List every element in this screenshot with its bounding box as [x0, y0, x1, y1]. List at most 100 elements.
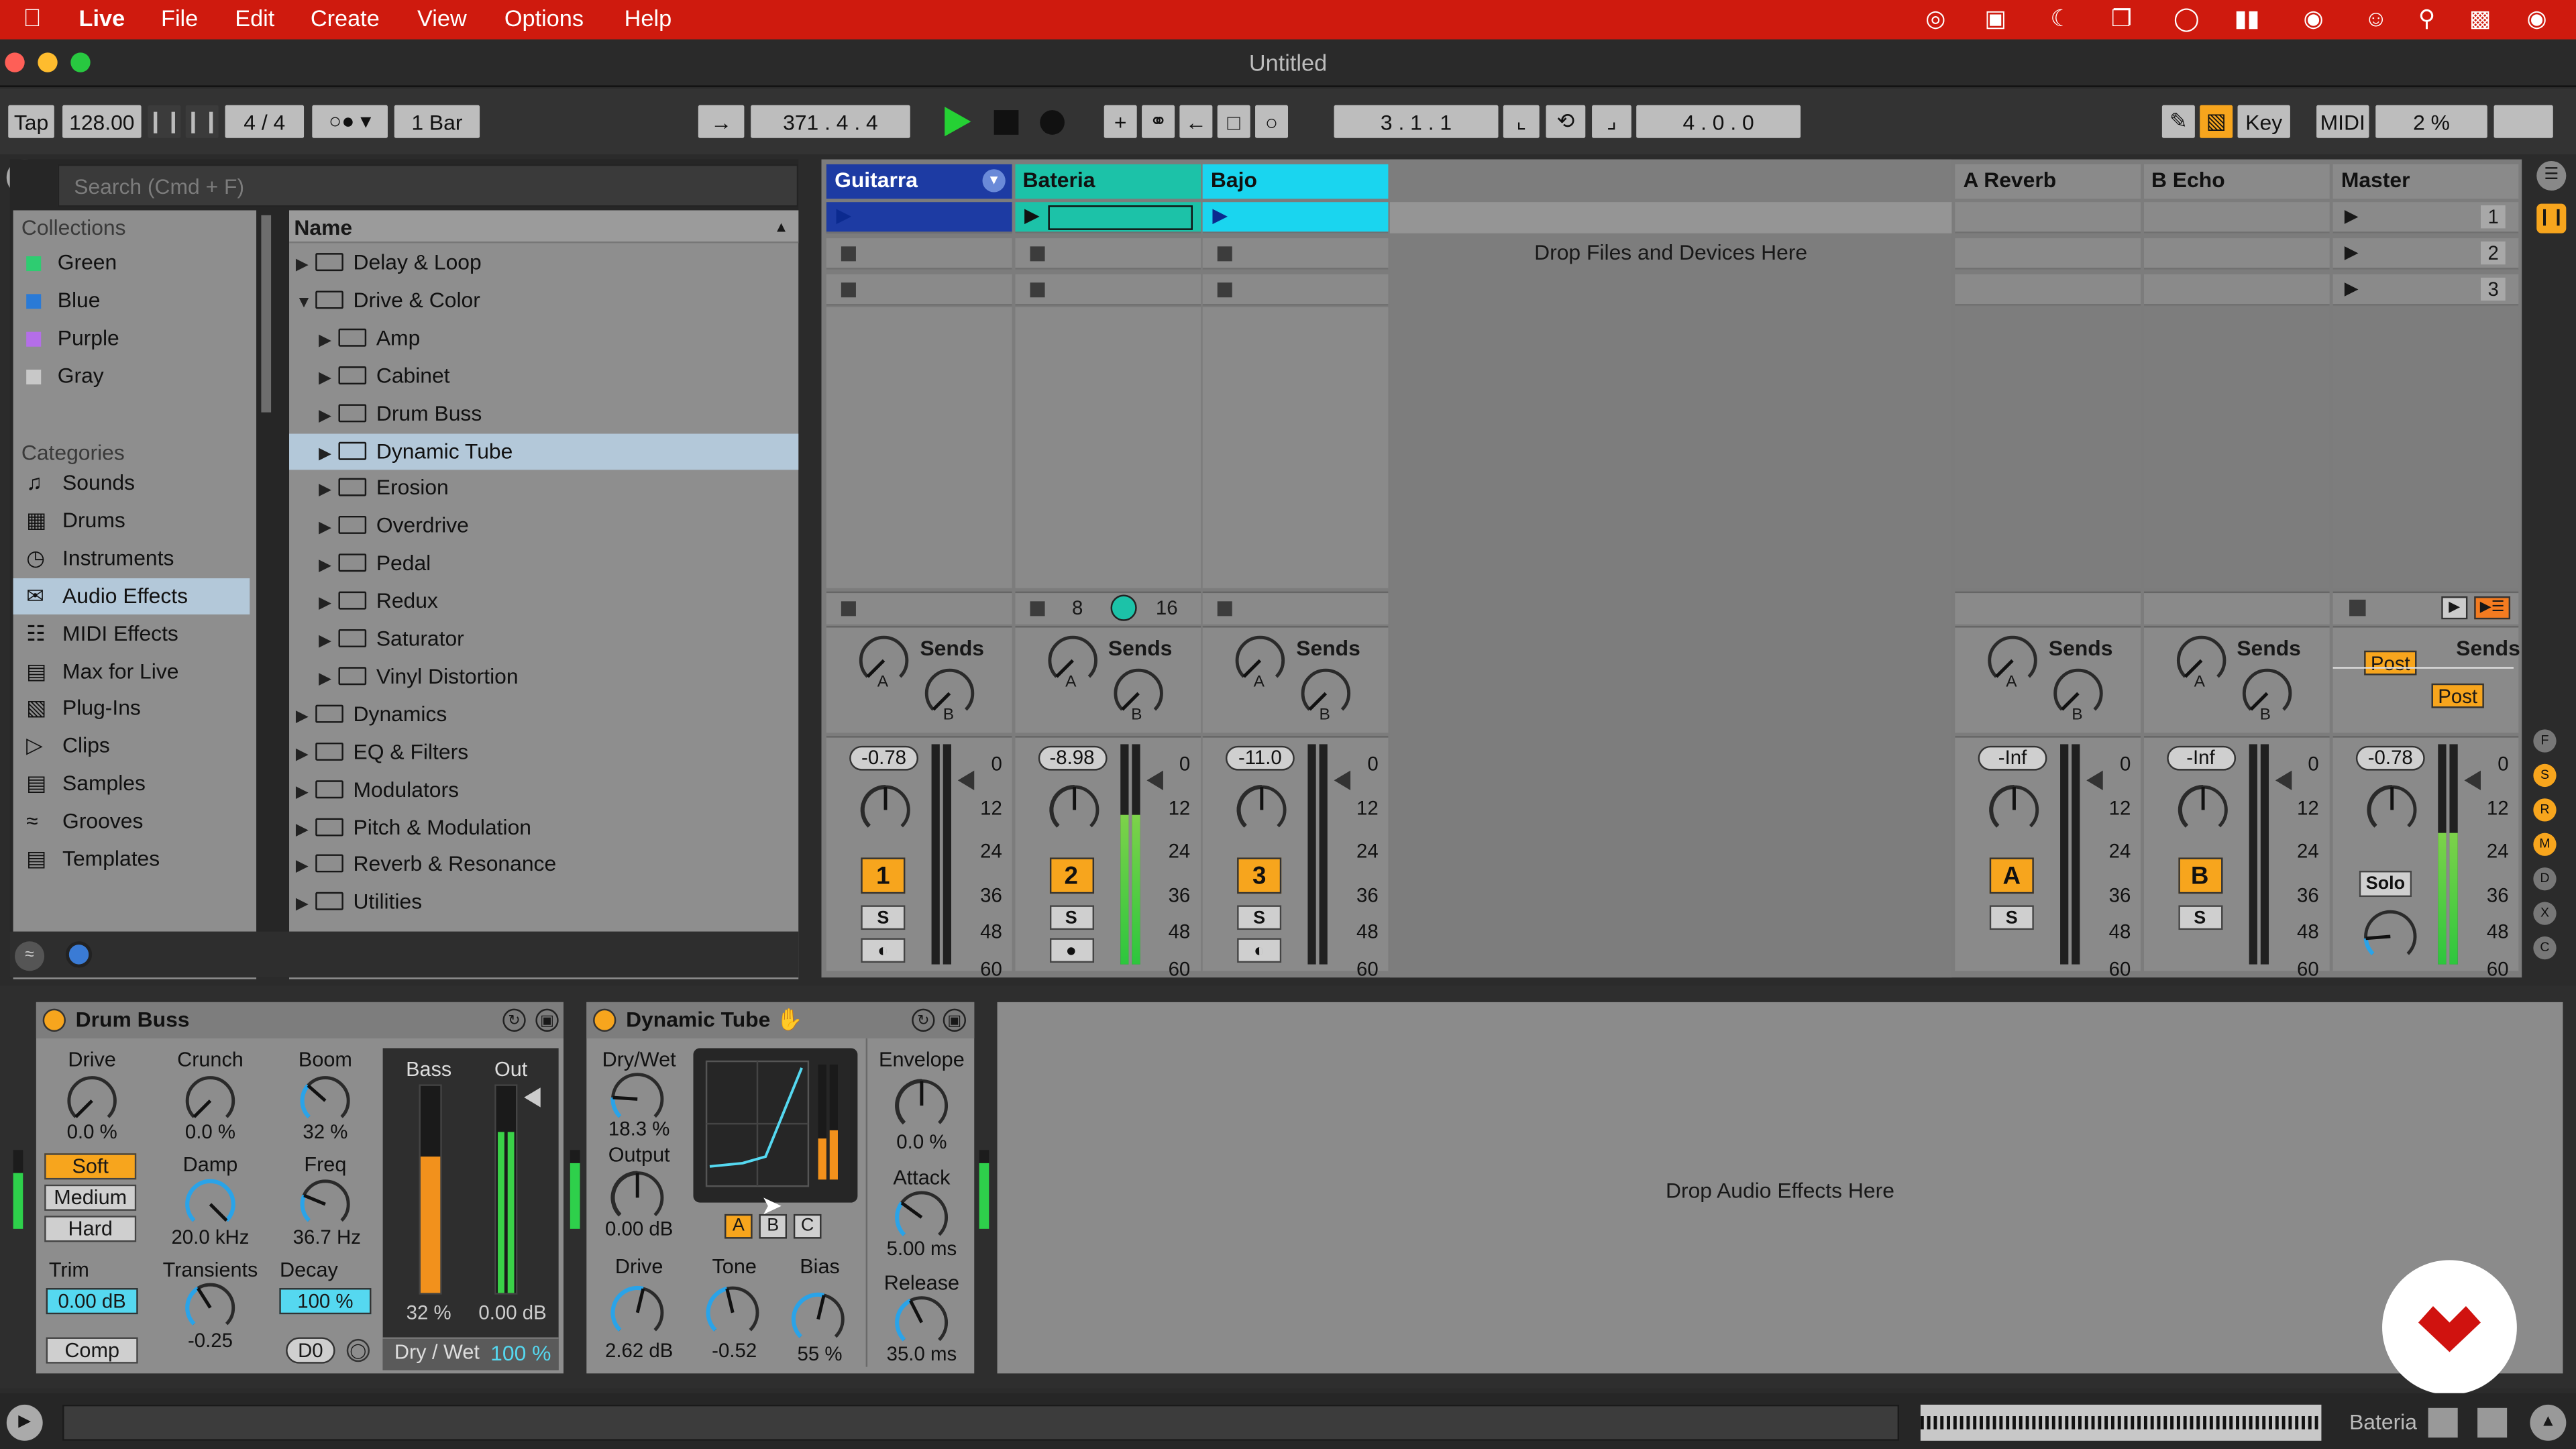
track-header-10[interactable]: A Reverb: [1955, 164, 2141, 199]
tube-a-button[interactable]: A: [724, 1214, 753, 1239]
mute-icon[interactable]: ◯: [2174, 5, 2199, 33]
clip-slot[interactable]: [2143, 274, 2329, 306]
browser-item[interactable]: ▶ Drum Buss: [289, 395, 798, 431]
bias-knob[interactable]: [790, 1291, 846, 1347]
search-input[interactable]: Search (Cmd + F): [57, 164, 799, 207]
track-activator-button[interactable]: 1: [861, 857, 906, 894]
mixer-menu-icon[interactable]: ☰: [2536, 161, 2567, 191]
collection-purple[interactable]: Purple: [26, 321, 119, 357]
wifi-icon[interactable]: ◉: [2303, 5, 2323, 33]
menu-options[interactable]: Options: [504, 5, 584, 31]
chevron-right-icon[interactable]: ▶: [319, 511, 338, 547]
category-grooves[interactable]: ≈ Grooves: [13, 804, 250, 840]
bass-meter[interactable]: [419, 1084, 442, 1295]
track-activator-button[interactable]: B: [2178, 857, 2222, 894]
category-drums[interactable]: ▦ Drums: [13, 502, 250, 539]
post-button-a[interactable]: Post: [2364, 650, 2417, 676]
stop-button[interactable]: [994, 110, 1019, 135]
drive-knob[interactable]: [610, 1285, 665, 1340]
category-audio-effects[interactable]: ✉ Audio Effects: [13, 578, 250, 614]
delay-icon[interactable]: D: [2533, 867, 2557, 891]
collection-blue[interactable]: Blue: [26, 282, 100, 319]
freq-knob[interactable]: [299, 1178, 352, 1230]
solo-button[interactable]: S: [1049, 905, 1093, 930]
solo-button[interactable]: S: [2178, 905, 2222, 930]
clip-stop-icon[interactable]: [841, 282, 856, 298]
drum-buss-title[interactable]: Drum Buss: [36, 1002, 564, 1038]
clip-play-icon[interactable]: ▶: [837, 204, 852, 227]
scene-launch[interactable]: ▶ 2: [2338, 238, 2515, 270]
out-gain-handle[interactable]: [524, 1087, 541, 1108]
detail-toggle-icon[interactable]: ▶: [6, 1404, 43, 1441]
category-samples[interactable]: ▤ Samples: [13, 766, 250, 802]
punch-in-icon[interactable]: ⌞: [1503, 105, 1540, 138]
stop-clips-icon[interactable]: [1217, 601, 1232, 616]
groove-pool-icon[interactable]: ≈: [15, 941, 45, 971]
collections-scrollbar[interactable]: [261, 215, 272, 413]
follow-icon[interactable]: →: [698, 105, 745, 138]
damp-knob[interactable]: [184, 1178, 236, 1230]
browser-item[interactable]: ▶ Cabinet: [289, 358, 798, 394]
medium-button[interactable]: Medium: [44, 1184, 137, 1211]
mixer-icon[interactable]: M: [2533, 833, 2557, 856]
chevron-right-icon[interactable]: ▶: [296, 888, 315, 924]
menu-view[interactable]: View: [417, 5, 467, 31]
chevron-right-icon[interactable]: ▶: [296, 700, 315, 736]
hot-swap-icon[interactable]: ↻: [912, 1008, 935, 1032]
computer-keyboard-icon[interactable]: ▧: [2200, 105, 2233, 138]
collection-gray[interactable]: Gray: [26, 358, 104, 394]
trim-field[interactable]: 0.00 dB: [46, 1288, 138, 1315]
menu-app[interactable]: Live: [79, 5, 125, 31]
volume-field[interactable]: -8.98: [1037, 745, 1107, 771]
chevron-right-icon[interactable]: ▶: [319, 625, 338, 661]
chevron-right-icon[interactable]: ▶: [296, 850, 315, 886]
battery-icon[interactable]: ▮▮: [2235, 5, 2260, 33]
headphone-icon[interactable]: ◯: [346, 1338, 370, 1362]
volume-field[interactable]: -11.0: [1225, 745, 1295, 771]
io-icon[interactable]: F: [2533, 729, 2557, 753]
chevron-down-icon[interactable]: ▼: [296, 286, 315, 322]
nudge-down-icon[interactable]: ❙❙: [146, 105, 182, 138]
tube-display[interactable]: [693, 1048, 858, 1203]
stop-clips-icon[interactable]: [1029, 601, 1044, 616]
browser-item[interactable]: ▶ Redux: [289, 584, 798, 620]
solo-button[interactable]: Solo: [2359, 870, 2412, 898]
punch-out-icon[interactable]: ⌟: [1592, 105, 1631, 138]
chevron-right-icon[interactable]: ▶: [296, 812, 315, 849]
automation-arm-icon[interactable]: ⚭: [1142, 105, 1175, 138]
session-record-icon[interactable]: ○: [1255, 105, 1289, 138]
soft-button[interactable]: Soft: [44, 1153, 137, 1180]
drop-zone[interactable]: Drop Files and Devices Here: [1389, 159, 1952, 978]
draw-mode-icon[interactable]: ✎: [2161, 105, 2195, 138]
boom-knob[interactable]: [299, 1075, 352, 1127]
category-midi-effects[interactable]: ☷ MIDI Effects: [13, 615, 250, 651]
name-column-header[interactable]: Name ▲: [289, 210, 799, 244]
quantize-select[interactable]: 1 Bar: [394, 105, 480, 138]
returns-icon[interactable]: R: [2533, 798, 2557, 822]
clip-stop-icon[interactable]: [1217, 282, 1232, 298]
pan-knob[interactable]: [2366, 784, 2418, 836]
solo-button[interactable]: S: [1237, 905, 1282, 930]
overdub-icon[interactable]: +: [1104, 105, 1137, 138]
chevron-right-icon[interactable]: ▶: [319, 436, 338, 472]
loop-start[interactable]: 3 . 1 . 1: [1334, 105, 1499, 138]
arm-button[interactable]: ●: [1049, 938, 1093, 963]
expand-icon[interactable]: ▲: [2530, 1404, 2567, 1441]
browser-item[interactable]: ▶ Modulators: [289, 771, 798, 808]
user-icon[interactable]: ☺: [2364, 5, 2387, 31]
siri-icon[interactable]: ◉: [2527, 5, 2547, 33]
clip-play-icon[interactable]: ▶: [1212, 204, 1228, 227]
scene-play-icon[interactable]: ▶: [2345, 241, 2359, 262]
solo-button[interactable]: S: [1989, 905, 2034, 930]
device-on-button[interactable]: [42, 1008, 66, 1032]
overview-waveform[interactable]: [1920, 1404, 2322, 1441]
hot-swap-icon[interactable]: ↻: [502, 1008, 526, 1032]
clip-slot[interactable]: [1955, 274, 2141, 306]
loop-length[interactable]: 4 . 0 . 0: [1636, 105, 1801, 138]
nudge-up-icon[interactable]: ❙❙: [184, 105, 220, 138]
pan-knob[interactable]: [1988, 784, 2040, 836]
reenable-automation-icon[interactable]: ←: [1179, 105, 1213, 138]
scene-launch[interactable]: ▶ 3: [2338, 274, 2515, 306]
clip-stop-icon[interactable]: [1029, 282, 1044, 298]
arm-button[interactable]: ◐: [861, 938, 906, 963]
